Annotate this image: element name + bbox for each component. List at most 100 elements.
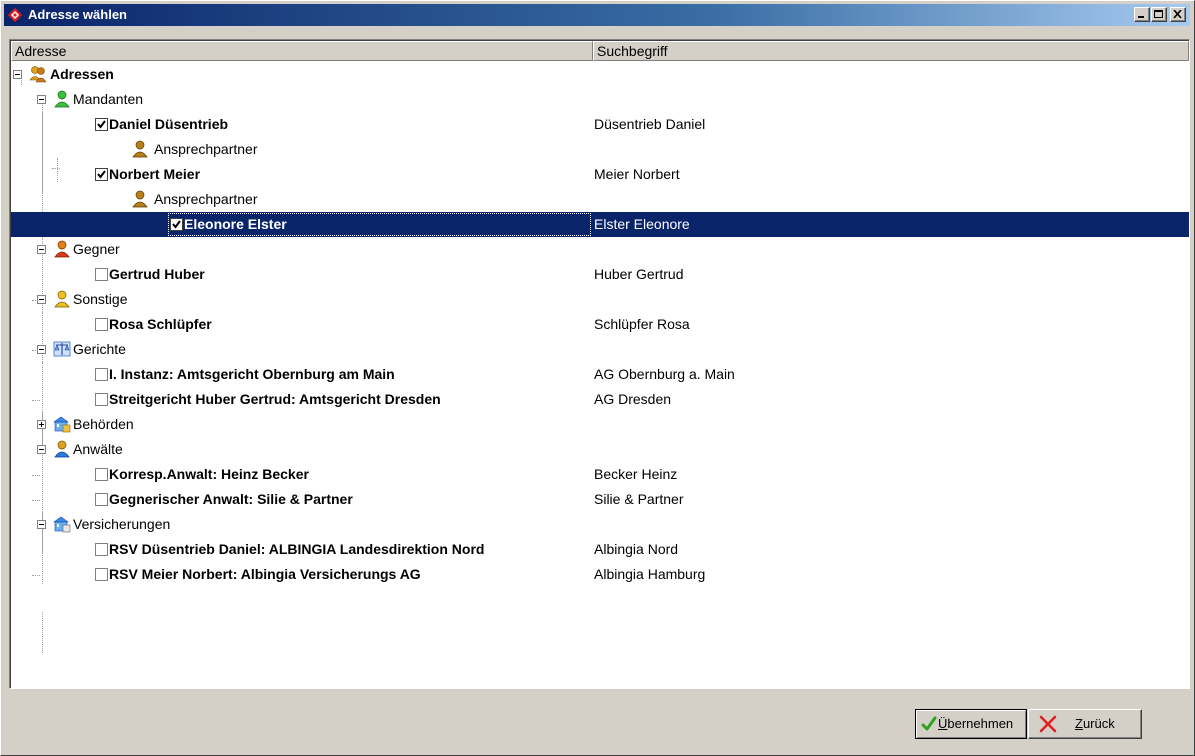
collapse-toggle[interactable] xyxy=(37,295,46,304)
node-label: Mandanten xyxy=(73,91,144,107)
collapse-toggle[interactable] xyxy=(37,345,46,354)
tree-node-anwalt-silie[interactable]: Gegnerischer Anwalt: Silie & Partner Sil… xyxy=(11,487,1189,512)
tree-node-rsv-meier[interactable]: RSV Meier Norbert: Albingia Versicherung… xyxy=(11,562,1189,587)
node-label: Gegner xyxy=(73,241,120,257)
search-term: Albingia Hamburg xyxy=(594,566,706,582)
node-label: RSV Meier Norbert: Albingia Versicherung… xyxy=(109,566,421,582)
search-term: Schlüpfer Rosa xyxy=(594,316,690,332)
close-x-icon xyxy=(1039,715,1057,733)
tree-node-ansprechpartner[interactable]: Ansprechpartner xyxy=(11,187,1189,212)
building-icon xyxy=(53,416,71,433)
person-green-icon xyxy=(54,90,70,108)
tree-node-rsv-duesentrieb[interactable]: RSV Düsentrieb Daniel: ALBINGIA Landesdi… xyxy=(11,537,1189,562)
tree-node-ansprechpartner[interactable]: Ansprechpartner xyxy=(11,137,1189,162)
minimize-button[interactable] xyxy=(1134,7,1150,22)
select-checkbox[interactable] xyxy=(95,393,108,406)
tree-node-sonstige[interactable]: Sonstige xyxy=(11,287,1189,312)
maximize-icon xyxy=(1154,10,1163,18)
collapse-toggle[interactable] xyxy=(37,445,46,454)
node-label: Versicherungen xyxy=(73,516,171,532)
node-label: Korresp.Anwalt: Heinz Becker xyxy=(109,466,309,482)
title-bar[interactable]: Adresse wählen xyxy=(4,4,1190,26)
select-checkbox[interactable] xyxy=(95,468,108,481)
minimize-icon xyxy=(1138,16,1144,18)
maximize-button[interactable] xyxy=(1151,7,1167,22)
tree-node-gegner[interactable]: Gegner xyxy=(11,237,1189,262)
search-term: Düsentrieb Daniel xyxy=(594,116,706,132)
address-tree-table[interactable]: Adresse Suchbegriff Adressen Mandanten D… xyxy=(9,39,1190,689)
search-term: Albingia Nord xyxy=(594,541,679,557)
node-label: Sonstige xyxy=(73,291,128,307)
collapse-toggle[interactable] xyxy=(13,70,22,79)
checkmark-icon xyxy=(97,170,106,179)
node-label: I. Instanz: Amtsgericht Obernburg am Mai… xyxy=(109,366,395,382)
checkmark-icon xyxy=(97,120,106,129)
collapse-toggle[interactable] xyxy=(37,245,46,254)
tree-node-anwaelte[interactable]: Anwälte xyxy=(11,437,1189,462)
person-blue-icon xyxy=(54,440,70,458)
column-header-adresse[interactable]: Adresse xyxy=(11,41,593,61)
expand-toggle[interactable] xyxy=(37,420,46,429)
tree-node-norbert-meier[interactable]: Norbert Meier Meier Norbert xyxy=(11,162,1189,187)
tree-node-gerichte[interactable]: Gerichte xyxy=(11,337,1189,362)
node-label: Norbert Meier xyxy=(109,166,201,182)
select-checkbox[interactable] xyxy=(95,318,108,331)
checkmark-icon xyxy=(921,716,937,731)
select-checkbox[interactable] xyxy=(95,568,108,581)
uebernehmen-button[interactable]: Übernehmen xyxy=(915,709,1027,739)
search-term: AG Dresden xyxy=(594,391,672,407)
tree-node-gericht-dresden[interactable]: Streitgericht Huber Gertrud: Amtsgericht… xyxy=(11,387,1189,412)
node-label: Eleonore Elster xyxy=(184,216,287,232)
collapse-toggle[interactable] xyxy=(37,95,46,104)
node-label: Gerichte xyxy=(73,341,126,357)
zurueck-button[interactable]: Zurück xyxy=(1028,709,1142,739)
search-term: Huber Gertrud xyxy=(594,266,684,282)
person-brown-icon xyxy=(132,190,148,208)
select-checkbox[interactable] xyxy=(95,118,108,131)
tree-node-versicherungen[interactable]: Versicherungen xyxy=(11,512,1189,537)
node-label: RSV Düsentrieb Daniel: ALBINGIA Landesdi… xyxy=(109,541,485,557)
node-label: Streitgericht Huber Gertrud: Amtsgericht… xyxy=(109,391,441,407)
select-checkbox[interactable] xyxy=(95,543,108,556)
tree-node-gertrud-huber[interactable]: Gertrud Huber Huber Gertrud xyxy=(11,262,1189,287)
building-icon xyxy=(53,516,71,533)
tree-node-daniel-duesentrieb[interactable]: Daniel Düsentrieb Düsentrieb Daniel xyxy=(11,112,1189,137)
address-dialog: Adresse wählen Adresse Suchbegriff Adres… xyxy=(0,0,1195,756)
node-label: Ansprechpartner xyxy=(154,141,258,157)
search-term: AG Obernburg a. Main xyxy=(594,366,735,382)
node-label: Daniel Düsentrieb xyxy=(109,116,229,132)
select-checkbox[interactable] xyxy=(95,368,108,381)
node-label: Ansprechpartner xyxy=(154,191,258,207)
column-header-suchbegriff[interactable]: Suchbegriff xyxy=(593,41,1189,61)
node-label: Anwälte xyxy=(73,441,123,457)
scales-icon xyxy=(53,341,71,357)
search-term: Silie & Partner xyxy=(594,491,684,507)
tree-node-anwalt-becker[interactable]: Korresp.Anwalt: Heinz Becker Becker Hein… xyxy=(11,462,1189,487)
node-label: Gertrud Huber xyxy=(109,266,205,282)
tree-node-adressen[interactable]: Adressen xyxy=(11,62,1189,87)
node-label: Gegnerischer Anwalt: Silie & Partner xyxy=(109,491,353,507)
table-header: Adresse Suchbegriff xyxy=(11,41,1189,61)
app-logo-icon xyxy=(8,8,22,22)
window-title: Adresse wählen xyxy=(28,7,127,22)
select-checkbox[interactable] xyxy=(95,168,108,181)
node-label: Adressen xyxy=(50,66,114,82)
tree-node-eleonore-elster[interactable]: Eleonore Elster Elster Eleonore xyxy=(11,212,1189,237)
node-label: Behörden xyxy=(73,416,134,432)
select-checkbox[interactable] xyxy=(95,493,108,506)
search-term: Becker Heinz xyxy=(594,466,678,482)
group-people-icon xyxy=(29,66,47,83)
search-term: Meier Norbert xyxy=(594,166,680,182)
tree-node-gericht-obernburg[interactable]: I. Instanz: Amtsgericht Obernburg am Mai… xyxy=(11,362,1189,387)
person-yellow-icon xyxy=(54,290,70,308)
tree-node-mandanten[interactable]: Mandanten xyxy=(11,87,1189,112)
zurueck-label: Zurück xyxy=(1075,716,1115,731)
collapse-toggle[interactable] xyxy=(37,520,46,529)
tree-node-rosa-schluepfer[interactable]: Rosa Schlüpfer Schlüpfer Rosa xyxy=(11,312,1189,337)
person-brown-icon xyxy=(132,140,148,158)
select-checkbox[interactable] xyxy=(95,268,108,281)
tree-node-behoerden[interactable]: Behörden xyxy=(11,412,1189,437)
close-icon xyxy=(1173,10,1182,19)
person-red-icon xyxy=(54,240,70,258)
close-button[interactable] xyxy=(1170,7,1186,22)
